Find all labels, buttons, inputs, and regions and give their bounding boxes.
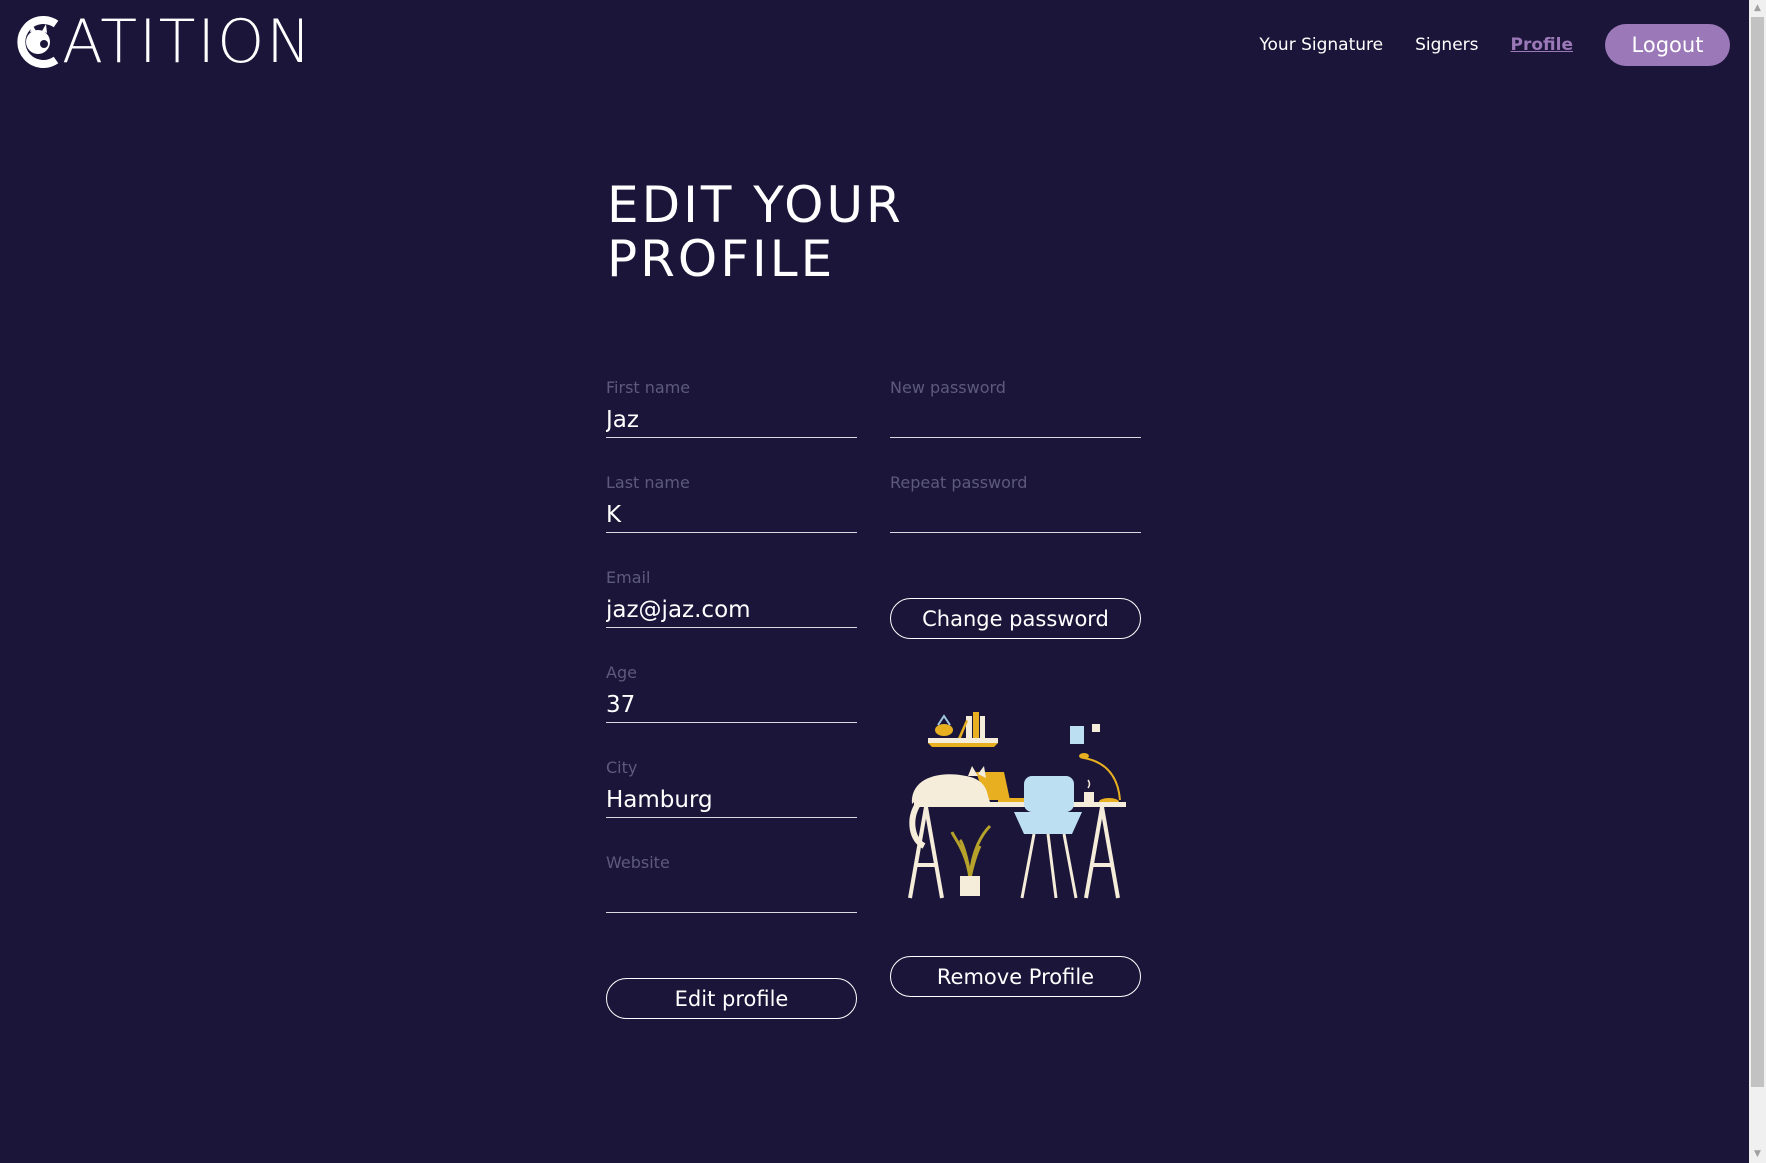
- scroll-down-icon[interactable]: ▼: [1749, 1146, 1766, 1163]
- email-field: Email: [606, 568, 857, 663]
- last-name-input[interactable]: [606, 497, 857, 533]
- new-password-label: New password: [890, 378, 1006, 397]
- new-password-input[interactable]: [890, 402, 1141, 438]
- city-input[interactable]: [606, 782, 857, 818]
- desk-cat-illustration: [908, 712, 1126, 899]
- website-input[interactable]: [606, 877, 857, 913]
- nav-profile[interactable]: Profile: [1511, 35, 1573, 55]
- top-nav: Your Signature Signers Profile Logout: [1259, 24, 1730, 66]
- website-label: Website: [606, 853, 670, 872]
- city-field: City: [606, 758, 857, 853]
- logout-button[interactable]: Logout: [1605, 24, 1730, 66]
- website-field: Website: [606, 853, 857, 948]
- password-fields: New password Repeat password: [890, 378, 1141, 568]
- catition-logo[interactable]: ATITION: [16, 12, 313, 72]
- first-name-field: First name: [606, 378, 857, 473]
- age-input[interactable]: [606, 687, 857, 723]
- age-label: Age: [606, 663, 637, 682]
- profile-fields: First name Last name Email Age City Webs…: [606, 378, 857, 948]
- change-password-button[interactable]: Change password: [890, 598, 1141, 639]
- last-name-field: Last name: [606, 473, 857, 568]
- first-name-label: First name: [606, 378, 691, 397]
- remove-profile-button[interactable]: Remove Profile: [890, 956, 1141, 997]
- page-title: EDIT YOUR PROFILE: [607, 178, 904, 286]
- first-name-input[interactable]: [606, 402, 857, 438]
- cat-c-logo-icon: [17, 16, 59, 68]
- last-name-label: Last name: [606, 473, 690, 492]
- new-password-field: New password: [890, 378, 1141, 473]
- repeat-password-field: Repeat password: [890, 473, 1141, 568]
- page-scrollbar[interactable]: ▲ ▼: [1749, 0, 1766, 1163]
- scroll-up-icon[interactable]: ▲: [1749, 0, 1766, 17]
- profile-page: ATITION Your Signature Signers Profile L…: [0, 0, 1766, 1163]
- repeat-password-input[interactable]: [890, 497, 1141, 533]
- logo-text: ATITION: [62, 7, 314, 77]
- repeat-password-label: Repeat password: [890, 473, 1028, 492]
- page-title-line-1: EDIT YOUR: [607, 176, 904, 234]
- scrollbar-thumb[interactable]: [1751, 17, 1764, 1087]
- page-title-line-2: PROFILE: [607, 230, 836, 288]
- age-field: Age: [606, 663, 857, 758]
- edit-profile-button[interactable]: Edit profile: [606, 978, 857, 1019]
- email-input[interactable]: [606, 592, 857, 628]
- nav-your-signature[interactable]: Your Signature: [1259, 35, 1383, 55]
- email-label: Email: [606, 568, 651, 587]
- nav-signers[interactable]: Signers: [1415, 35, 1478, 55]
- city-label: City: [606, 758, 638, 777]
